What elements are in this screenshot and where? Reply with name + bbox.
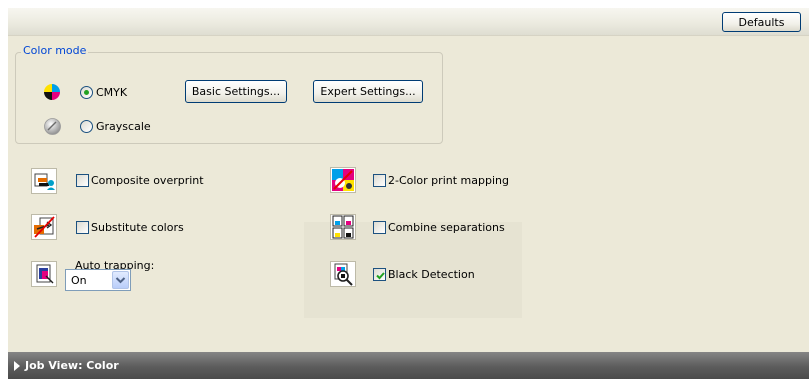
expand-triangle-icon[interactable] bbox=[14, 361, 20, 371]
expert-settings-button[interactable]: Expert Settings... bbox=[313, 80, 423, 103]
auto-trapping-select[interactable]: On bbox=[65, 269, 131, 291]
combine-separations-checkbox[interactable] bbox=[373, 221, 386, 234]
two-color-print-mapping-icon bbox=[330, 167, 356, 193]
substitute-colors-icon bbox=[31, 214, 57, 240]
black-detection-label: Black Detection bbox=[388, 268, 475, 281]
combine-separations-label: Combine separations bbox=[388, 221, 505, 234]
cmyk-radio[interactable] bbox=[80, 86, 93, 99]
auto-trapping-value: On bbox=[71, 274, 87, 287]
auto-trapping-icon bbox=[31, 261, 57, 287]
substitute-colors-label: Substitute colors bbox=[91, 221, 184, 234]
two-color-print-mapping-checkbox[interactable] bbox=[373, 174, 386, 187]
chevron-down-icon[interactable] bbox=[112, 271, 129, 289]
substitute-colors-checkbox[interactable] bbox=[76, 221, 89, 234]
composite-overprint-icon bbox=[31, 168, 57, 194]
grayscale-icon bbox=[44, 118, 61, 135]
black-detection-icon bbox=[330, 261, 356, 287]
composite-overprint-label: Composite overprint bbox=[91, 174, 204, 187]
black-detection-checkbox[interactable] bbox=[373, 268, 386, 281]
basic-settings-button[interactable]: Basic Settings... bbox=[185, 80, 287, 103]
defaults-button[interactable]: Defaults bbox=[722, 12, 801, 32]
grayscale-label: Grayscale bbox=[96, 120, 151, 133]
two-color-print-mapping-label: 2-Color print mapping bbox=[388, 174, 509, 187]
color-mode-title: Color mode bbox=[21, 44, 89, 57]
job-view-footer[interactable]: Job View: Color bbox=[8, 352, 809, 379]
grayscale-radio[interactable] bbox=[80, 120, 93, 133]
composite-overprint-checkbox[interactable] bbox=[76, 174, 89, 187]
combine-separations-icon bbox=[330, 214, 356, 240]
cmyk-color-icon bbox=[44, 84, 60, 100]
cmyk-label: CMYK bbox=[96, 86, 128, 99]
toolbar: Defaults bbox=[8, 8, 809, 36]
job-view-label: Job View: Color bbox=[25, 359, 119, 372]
